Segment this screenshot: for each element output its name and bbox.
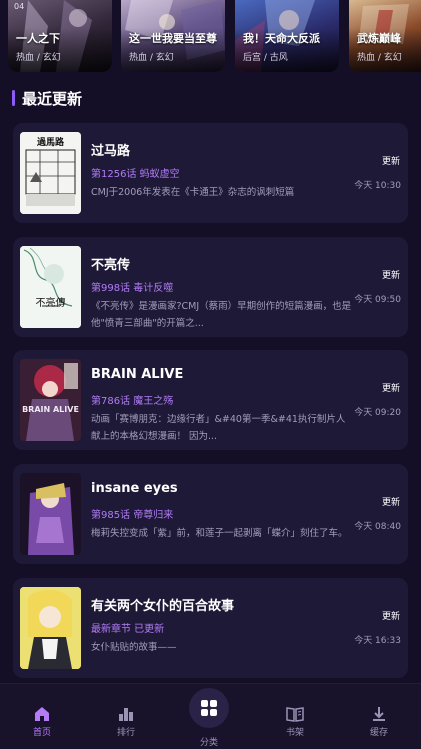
bottom-nav: 首页 排行 分类 书架 缓存	[0, 683, 421, 749]
recommend-card[interactable]: 04 一人之下 热血 / 玄幻	[8, 0, 112, 72]
comic-cover-art	[20, 587, 81, 669]
nav-category-button[interactable]	[189, 688, 229, 728]
update-badge: 更新	[381, 271, 400, 281]
comic-description: 梅莉失控变成「紫」前，和莲子一起剥离「蝶介」刻住了车。	[91, 528, 348, 539]
comic-cover: 過馬路	[20, 132, 81, 214]
nav-cache-label: 缓存	[369, 728, 388, 738]
latest-chapter: 第998话 毒计反噬	[91, 283, 174, 294]
update-time: 今天 10:30	[354, 181, 401, 191]
nav-home[interactable]: 首页	[0, 684, 84, 749]
book-icon	[286, 707, 304, 722]
nav-home-label: 首页	[32, 728, 51, 738]
comic-cover-title: BRAIN ALIVE	[22, 405, 79, 414]
comic-title: 过马路	[91, 144, 131, 159]
recommend-title: 我！天命大反派	[243, 32, 320, 45]
update-time: 今天 08:40	[354, 522, 401, 532]
download-icon	[373, 707, 385, 721]
section-accent-bar	[12, 90, 15, 106]
nav-shelf-label: 书架	[285, 728, 304, 738]
comic-description: 《不亮传》是漫画家?CMJ（蔡雨）早期创作的短篇漫画，也是他"愤青三部曲"的开篇…	[91, 301, 352, 329]
section-title: 最近更新	[22, 89, 83, 108]
nav-shelf[interactable]: 书架	[253, 684, 337, 749]
nav-cache[interactable]: 缓存	[337, 684, 421, 749]
recommend-card[interactable]: 武炼巅峰 热血 / 玄幻	[349, 0, 421, 72]
recommend-carousel[interactable]: 04 一人之下 热血 / 玄幻 这一世我要当至尊 热血 / 玄幻 我！天命大反派…	[0, 0, 421, 74]
comic-cover-art	[20, 359, 81, 441]
latest-chapter: 第1256话 蚂蚁虚空	[91, 169, 180, 180]
carousel-page-indicator: 04	[14, 2, 25, 11]
nav-rank[interactable]: 排行	[84, 684, 168, 749]
section-header: 最近更新	[12, 88, 82, 108]
latest-chapter: 第985话 帝尊归来	[91, 510, 174, 521]
comic-description: 女仆贴贴的故事——	[91, 642, 177, 653]
comic-cover-title: 不亮傳	[35, 298, 66, 309]
update-item[interactable]: 不亮傳 不亮传 第998话 毒计反噬 《不亮传》是漫画家?CMJ（蔡雨）早期创作…	[13, 237, 408, 337]
comic-description: 动画「赛博朋克：边缘行者」&#40第一季&#41执行制片人献上的本格幻想漫画！ …	[91, 414, 346, 442]
update-badge: 更新	[381, 498, 400, 508]
update-item[interactable]: 有关两个女仆的百合故事 最新章节 已更新 女仆贴贴的故事—— 更新 今天 16:…	[13, 578, 408, 678]
update-time: 今天 16:33	[354, 636, 401, 646]
comic-title: 不亮传	[91, 258, 131, 273]
comic-title: 有关两个女仆的百合故事	[91, 599, 235, 614]
home-icon	[35, 707, 49, 721]
comic-cover: BRAIN ALIVE	[20, 359, 81, 441]
update-item[interactable]: 過馬路 过马路 第1256话 蚂蚁虚空 CMJ于2006年发表在《卡通王》杂志的…	[13, 123, 408, 223]
nav-category-label: 分类	[199, 738, 218, 748]
update-time: 今天 09:50	[354, 295, 401, 305]
latest-chapter: 最新章节 已更新	[91, 624, 165, 635]
update-badge: 更新	[381, 612, 400, 622]
update-item[interactable]: BRAIN ALIVE BRAIN ALIVE 第786话 魔王之殇 动画「赛博…	[13, 350, 408, 450]
recommend-card[interactable]: 这一世我要当至尊 热血 / 玄幻	[121, 0, 225, 72]
comic-cover-art	[20, 246, 81, 328]
comic-description: CMJ于2006年发表在《卡通王》杂志的讽刺短篇	[91, 187, 295, 198]
update-badge: 更新	[381, 384, 400, 394]
recommend-card[interactable]: 我！天命大反派 后宫 / 古风	[235, 0, 339, 72]
comic-cover-art	[20, 473, 81, 555]
recommend-tags: 后宫 / 古风	[243, 53, 288, 63]
comic-cover: 不亮傳	[20, 246, 81, 328]
recommend-tags: 热血 / 玄幻	[129, 53, 174, 63]
comic-cover	[20, 587, 81, 669]
comic-title: BRAIN ALIVE	[91, 367, 184, 382]
comic-cover	[20, 473, 81, 555]
recommend-title: 一人之下	[16, 32, 60, 45]
latest-chapter: 第786话 魔王之殇	[91, 396, 174, 407]
comic-title: insane eyes	[91, 481, 178, 496]
comic-cover-title: 過馬路	[36, 138, 64, 148]
update-badge: 更新	[381, 157, 400, 167]
recommend-tags: 热血 / 玄幻	[357, 53, 402, 63]
recommend-title: 武炼巅峰	[357, 32, 401, 45]
bar-chart-icon	[119, 708, 133, 721]
update-item[interactable]: insane eyes 第985话 帝尊归来 梅莉失控变成「紫」前，和莲子一起剥…	[13, 464, 408, 564]
nav-rank-label: 排行	[116, 728, 135, 738]
grid-icon	[201, 700, 217, 716]
update-time: 今天 09:20	[354, 408, 401, 418]
recommend-tags: 热血 / 玄幻	[16, 53, 61, 63]
recommend-title: 这一世我要当至尊	[129, 32, 217, 45]
